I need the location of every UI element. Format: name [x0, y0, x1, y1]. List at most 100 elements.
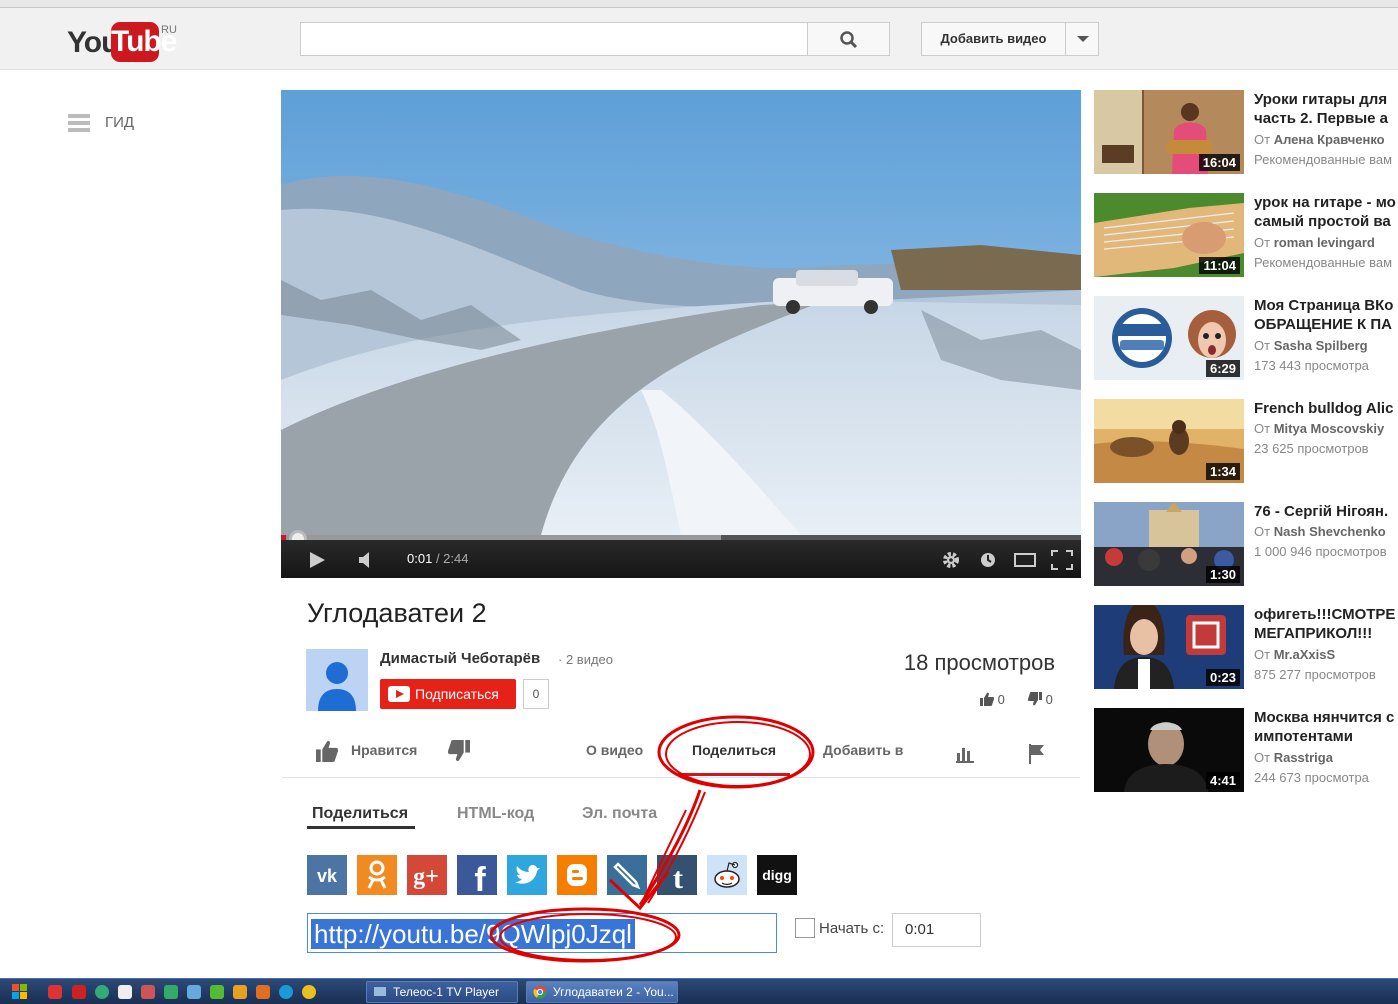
related-video-item[interactable]: 4:41 Москва нянчится с импотентами От Ra…	[1094, 708, 1398, 798]
related-video-owner-name[interactable]: Mitya Moscovskiy	[1274, 421, 1385, 436]
skype-icon[interactable]	[279, 985, 293, 999]
quicklaunch-icon[interactable]	[210, 985, 224, 999]
tab-about[interactable]: О видео	[586, 728, 643, 778]
dislike-button[interactable]	[448, 728, 472, 778]
share-vk-button[interactable]: vk	[307, 855, 347, 895]
related-video-item[interactable]: 1:34 French bulldog Alic От Mitya Moscov…	[1094, 399, 1398, 489]
related-video-item[interactable]: 0:23 офигеть!!!СМОТРЕ МЕГАПРИКОЛ!!! От M…	[1094, 605, 1398, 695]
share-livejournal-button[interactable]	[607, 855, 647, 895]
related-video-thumbnail[interactable]: 16:04	[1094, 90, 1244, 174]
quicklaunch-icon[interactable]	[164, 985, 178, 999]
windows-taskbar: Телеос-1 TV Player Углодаватеи 2 - You..…	[0, 978, 1398, 1004]
related-video-title[interactable]: 76 - Сергій Нігоян.	[1254, 502, 1398, 521]
related-video-item[interactable]: 11:04 урок на гитаре - мо самый простой …	[1094, 193, 1398, 283]
share-tumblr-button[interactable]: t	[657, 855, 697, 895]
tab-add-to[interactable]: Добавить в	[823, 728, 903, 778]
quicklaunch-icon[interactable]	[48, 985, 62, 999]
quicklaunch-icon[interactable]	[95, 985, 109, 999]
related-video-owner: От roman levingard	[1254, 235, 1375, 250]
channel-name[interactable]: Димастый Чеботарёв	[380, 650, 540, 667]
related-video-title[interactable]: French bulldog Alic	[1254, 399, 1398, 418]
related-video-item[interactable]: 16:04 Уроки гитары для часть 2. Первые а…	[1094, 90, 1398, 180]
start-at-checkbox[interactable]	[795, 918, 815, 938]
masthead: You Tube RU Добавить видео	[0, 8, 1398, 70]
guide-button[interactable]: ГИД	[68, 110, 148, 136]
related-video-owner-name[interactable]: Sasha Spilberg	[1274, 338, 1368, 353]
share-twitter-button[interactable]	[507, 855, 547, 895]
related-video-item[interactable]: 6:29 Моя Страница ВКо ОБРАЩЕНИЕ К ПА От …	[1094, 296, 1398, 386]
related-video-title[interactable]: урок на гитаре - мо самый простой ва	[1254, 193, 1398, 231]
theater-mode-icon[interactable]	[1014, 552, 1036, 568]
search-input[interactable]	[300, 22, 808, 56]
taskbar-task-browser[interactable]: Углодаватеи 2 - You...	[526, 981, 678, 1003]
subscribe-button[interactable]: Подписаться	[380, 679, 516, 709]
related-video-title[interactable]: Москва нянчится с импотентами	[1254, 708, 1398, 746]
quicklaunch-icon[interactable]	[141, 985, 155, 999]
fullscreen-icon[interactable]	[1051, 550, 1073, 570]
share-tab-share[interactable]: Поделиться	[312, 805, 408, 823]
share-digg-button[interactable]: digg	[757, 855, 797, 895]
related-video-thumbnail[interactable]: 0:23	[1094, 605, 1244, 689]
play-icon[interactable]	[307, 550, 327, 570]
quicklaunch-icon[interactable]	[118, 985, 132, 999]
tab-share[interactable]: Поделиться	[692, 728, 776, 778]
clock-icon[interactable]	[979, 551, 997, 569]
related-video-owner: От Rasstriga	[1254, 750, 1333, 765]
volume-icon[interactable]	[357, 550, 377, 570]
channel-avatar[interactable]	[306, 649, 368, 711]
logo-region: RU	[161, 24, 177, 36]
flag-icon[interactable]	[1028, 744, 1046, 764]
owner-prefix: От	[1254, 235, 1271, 250]
related-video-title[interactable]: Моя Страница ВКо ОБРАЩЕНИЕ К ПА	[1254, 296, 1398, 334]
share-reddit-button[interactable]	[707, 855, 747, 895]
related-video-owner: От Mitya Moscovskiy	[1254, 421, 1384, 436]
quicklaunch-icon[interactable]	[233, 985, 247, 999]
share-tab-email[interactable]: Эл. почта	[582, 805, 657, 823]
related-video-owner-name[interactable]: Mr.aXxisS	[1274, 647, 1335, 662]
related-video-title-line2: ОБРАЩЕНИЕ К ПА	[1254, 316, 1392, 333]
video-player[interactable]: 0:01 / 2:44	[281, 90, 1081, 578]
related-video-meta: 23 625 просмотров	[1254, 441, 1369, 456]
like-button[interactable]: Нравится	[316, 728, 426, 778]
action-bar: Нравится О видео Поделиться Добавить в	[282, 728, 1080, 778]
like-count: 0	[980, 692, 1005, 707]
related-video-owner-name[interactable]: Nash Shevchenko	[1274, 524, 1386, 539]
windows-start-icon[interactable]	[4, 981, 34, 1003]
gear-icon[interactable]	[941, 550, 961, 570]
duration: 2:44	[443, 551, 469, 566]
related-video-thumbnail[interactable]: 1:30	[1094, 502, 1244, 586]
related-video-owner-name[interactable]: roman levingard	[1274, 235, 1375, 250]
related-video-owner-name[interactable]: Алена Кравченко	[1274, 132, 1385, 147]
related-video-thumbnail[interactable]: 11:04	[1094, 193, 1244, 277]
stats-icon[interactable]	[956, 745, 974, 763]
start-at-time-input[interactable]: 0:01	[892, 913, 981, 947]
share-facebook-button[interactable]: f	[457, 855, 497, 899]
player-controls: 0:01 / 2:44	[281, 540, 1081, 578]
share-google-plus-button[interactable]: g+	[407, 855, 447, 895]
related-video-item[interactable]: 1:30 76 - Сергій Нігоян. От Nash Shevche…	[1094, 502, 1398, 592]
share-blogger-button[interactable]	[557, 855, 597, 895]
upload-button[interactable]: Добавить видео	[921, 22, 1066, 56]
quicklaunch-icon[interactable]	[256, 985, 270, 999]
video-frame[interactable]	[281, 90, 1081, 535]
chrome-icon[interactable]	[302, 985, 316, 999]
related-video-title[interactable]: Уроки гитары для часть 2. Первые а	[1254, 90, 1398, 128]
related-video-thumbnail[interactable]: 1:34	[1094, 399, 1244, 483]
share-odnoklassniki-button[interactable]	[357, 855, 397, 895]
related-video-thumbnail[interactable]: 6:29	[1094, 296, 1244, 380]
share-url-field[interactable]: http://youtu.be/9QWlpj0Jzql	[307, 913, 777, 953]
related-video-owner-name[interactable]: Rasstriga	[1274, 750, 1333, 765]
share-tab-embed[interactable]: HTML-код	[457, 805, 534, 823]
channel-video-count[interactable]: · 2 видео	[558, 652, 613, 667]
quicklaunch-icon[interactable]	[72, 985, 86, 999]
share-url-selected-text[interactable]: http://youtu.be/9QWlpj0Jzql	[311, 919, 635, 949]
search-button[interactable]	[808, 22, 890, 56]
quicklaunch-icon[interactable]	[187, 985, 201, 999]
related-video-title[interactable]: офигеть!!!СМОТРЕ МЕГАПРИКОЛ!!!	[1254, 605, 1398, 643]
owner-prefix: От	[1254, 750, 1271, 765]
related-video-thumbnail[interactable]: 4:41	[1094, 708, 1244, 792]
like-count-value: 0	[997, 692, 1005, 707]
upload-dropdown-button[interactable]	[1065, 22, 1099, 56]
taskbar-task-tv-player[interactable]: Телеос-1 TV Player	[366, 981, 518, 1003]
related-video-duration: 0:23	[1205, 669, 1240, 686]
